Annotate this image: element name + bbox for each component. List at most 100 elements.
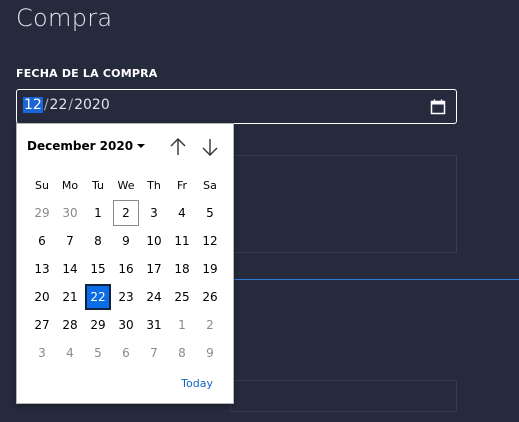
calendar-day[interactable]: 19 bbox=[196, 255, 224, 283]
month-segment[interactable]: 12 bbox=[23, 97, 43, 113]
previous-month-arrow-up-icon[interactable] bbox=[168, 136, 188, 158]
calendar-day[interactable]: 1 bbox=[168, 311, 196, 339]
day-number: 30 bbox=[118, 318, 134, 332]
date-picker-popup: December 2020 Su Mo Tu We Th Fr Sa 29 30 1 2 3 4 5 6 7 8… bbox=[16, 123, 234, 404]
date-value: 12 / 22 / 2020 bbox=[23, 97, 110, 113]
day-number: 29 bbox=[34, 206, 50, 220]
calendar-day[interactable]: 14 bbox=[56, 255, 84, 283]
calendar-day[interactable]: 16 bbox=[112, 255, 140, 283]
calendar-day[interactable]: 3 bbox=[140, 199, 168, 227]
day-number: 29 bbox=[90, 318, 106, 332]
calendar-day[interactable]: 31 bbox=[140, 311, 168, 339]
calendar-day[interactable]: 8 bbox=[84, 227, 112, 255]
calendar-day[interactable]: 30 bbox=[112, 311, 140, 339]
day-number: 12 bbox=[202, 234, 218, 248]
purchase-date-input[interactable]: 12 / 22 / 2020 bbox=[16, 89, 457, 124]
day-number: 18 bbox=[174, 262, 190, 276]
calendar-day[interactable]: 30 bbox=[56, 199, 84, 227]
day-number: 8 bbox=[178, 346, 186, 360]
day-number: 16 bbox=[118, 262, 134, 276]
calendar-day[interactable]: 6 bbox=[112, 339, 140, 367]
day-number: 5 bbox=[206, 206, 214, 220]
weekday-header: We bbox=[117, 178, 135, 192]
calendar-day[interactable]: 15 bbox=[84, 255, 112, 283]
calendar-day[interactable]: 13 bbox=[28, 255, 56, 283]
day-number: 11 bbox=[174, 234, 190, 248]
calendar-grid: Su Mo Tu We Th Fr Sa 29 30 1 2 3 4 5 6 7 8 9 10 11 12 13 14 15 1… bbox=[28, 171, 224, 367]
page-title: Compra bbox=[16, 4, 113, 32]
calendar-day[interactable]: 20 bbox=[28, 283, 56, 311]
calendar-day[interactable]: 5 bbox=[84, 339, 112, 367]
calendar-day[interactable]: 4 bbox=[168, 199, 196, 227]
day-segment[interactable]: 22 bbox=[50, 97, 68, 113]
day-number: 28 bbox=[62, 318, 78, 332]
calendar-day[interactable]: 17 bbox=[140, 255, 168, 283]
calendar-day[interactable]: 29 bbox=[28, 199, 56, 227]
day-number: 3 bbox=[150, 206, 158, 220]
calendar-day[interactable]: 6 bbox=[28, 227, 56, 255]
calendar-day[interactable]: 26 bbox=[196, 283, 224, 311]
day-number: 10 bbox=[146, 234, 162, 248]
day-number: 1 bbox=[94, 206, 102, 220]
day-number: 25 bbox=[174, 290, 190, 304]
background-field-box bbox=[230, 155, 457, 253]
calendar-day[interactable]: 12 bbox=[196, 227, 224, 255]
weekday-header: Tu bbox=[91, 178, 105, 192]
calendar-day[interactable]: 21 bbox=[56, 283, 84, 311]
day-number: 6 bbox=[38, 234, 46, 248]
calendar-day[interactable]: 11 bbox=[168, 227, 196, 255]
calendar-day[interactable]: 28 bbox=[56, 311, 84, 339]
day-number: 22 bbox=[85, 284, 111, 310]
day-number: 2 bbox=[113, 200, 139, 226]
day-number: 2 bbox=[206, 318, 214, 332]
weekday-header: Sa bbox=[203, 178, 217, 192]
day-number: 17 bbox=[146, 262, 162, 276]
calendar-day[interactable]: 29 bbox=[84, 311, 112, 339]
day-number: 9 bbox=[122, 234, 130, 248]
calendar-day[interactable]: 25 bbox=[168, 283, 196, 311]
day-number: 14 bbox=[62, 262, 78, 276]
caret-down-icon bbox=[137, 144, 146, 148]
calendar-day[interactable]: 4 bbox=[56, 339, 84, 367]
calendar-day[interactable]: 7 bbox=[140, 339, 168, 367]
day-number: 13 bbox=[34, 262, 50, 276]
day-number: 26 bbox=[202, 290, 218, 304]
calendar-icon[interactable] bbox=[430, 99, 446, 115]
selected-day[interactable]: 22 bbox=[84, 283, 112, 311]
month-year-dropdown[interactable]: December 2020 bbox=[27, 139, 146, 153]
calendar-day[interactable]: 9 bbox=[112, 227, 140, 255]
calendar-day[interactable]: 8 bbox=[168, 339, 196, 367]
day-number: 23 bbox=[118, 290, 134, 304]
calendar-day[interactable]: 2 bbox=[196, 311, 224, 339]
day-number: 4 bbox=[66, 346, 74, 360]
calendar-day[interactable]: 3 bbox=[28, 339, 56, 367]
calendar-day[interactable]: 5 bbox=[196, 199, 224, 227]
day-number: 30 bbox=[62, 206, 78, 220]
day-number: 20 bbox=[34, 290, 50, 304]
day-number: 21 bbox=[62, 290, 78, 304]
calendar-day[interactable]: 23 bbox=[112, 283, 140, 311]
day-number: 31 bbox=[146, 318, 162, 332]
day-number: 7 bbox=[66, 234, 74, 248]
day-number: 4 bbox=[178, 206, 186, 220]
calendar-day[interactable]: 1 bbox=[84, 199, 112, 227]
day-number: 15 bbox=[90, 262, 106, 276]
calendar-day[interactable]: 18 bbox=[168, 255, 196, 283]
day-number: 5 bbox=[94, 346, 102, 360]
calendar-day[interactable]: 7 bbox=[56, 227, 84, 255]
day-number: 24 bbox=[146, 290, 162, 304]
current-day[interactable]: 2 bbox=[112, 199, 140, 227]
day-number: 1 bbox=[178, 318, 186, 332]
year-segment[interactable]: 2020 bbox=[74, 97, 110, 113]
day-number: 19 bbox=[202, 262, 218, 276]
weekday-header: Mo bbox=[61, 178, 79, 192]
calendar-day[interactable]: 27 bbox=[28, 311, 56, 339]
month-year-label: December 2020 bbox=[27, 139, 134, 153]
calendar-day[interactable]: 24 bbox=[140, 283, 168, 311]
next-month-arrow-down-icon[interactable] bbox=[200, 136, 220, 158]
calendar-day[interactable]: 9 bbox=[196, 339, 224, 367]
date-separator: / bbox=[68, 97, 74, 113]
weekday-header: Th bbox=[147, 178, 161, 192]
today-link[interactable]: Today bbox=[181, 377, 213, 390]
calendar-day[interactable]: 10 bbox=[140, 227, 168, 255]
